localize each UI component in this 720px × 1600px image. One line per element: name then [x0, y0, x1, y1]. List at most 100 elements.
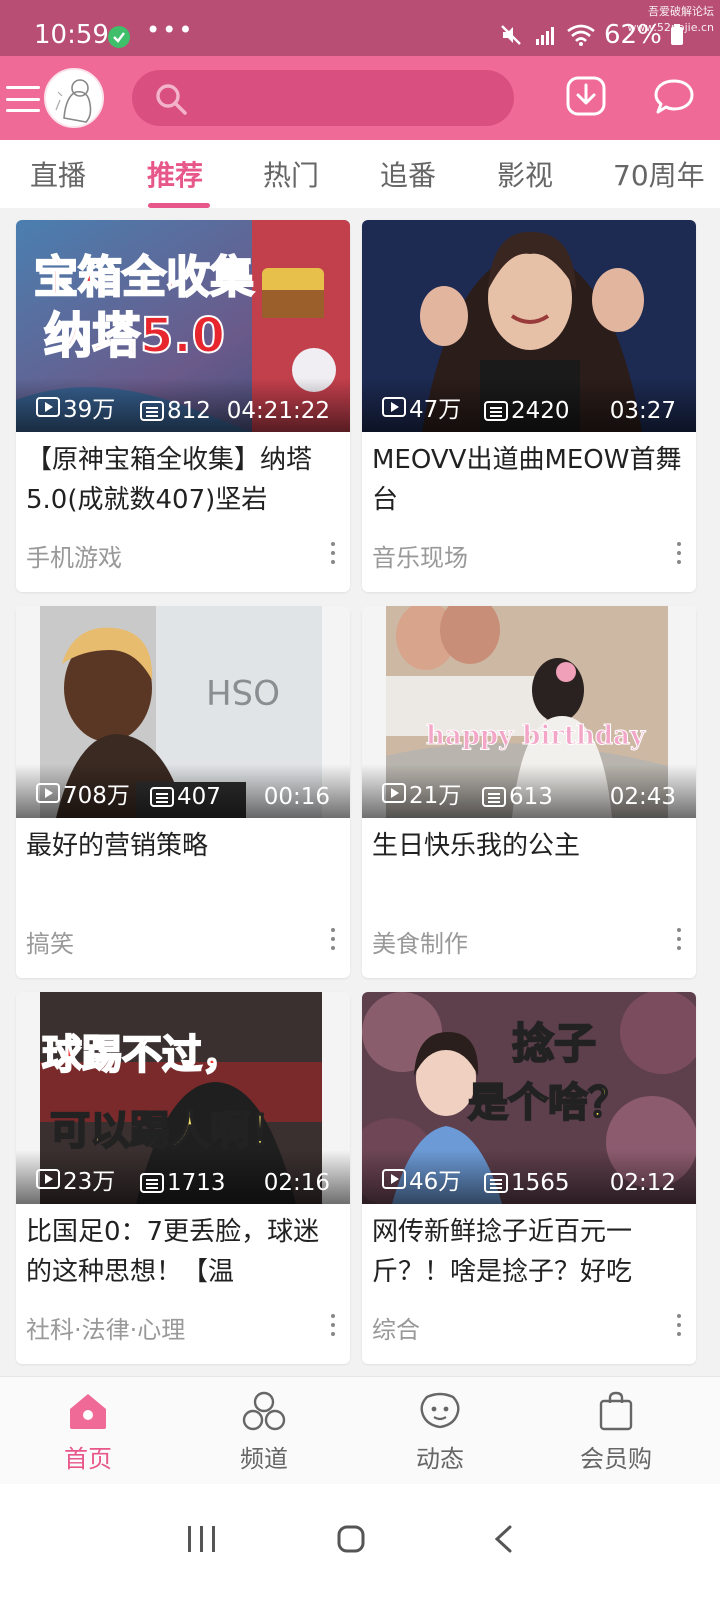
video-card[interactable]: 捻子 是个啥？ 46万 1565 02:12 网传新鲜捻子近百元一斤？！啥是捻子… — [362, 992, 696, 1364]
video-category: 音乐现场 — [372, 544, 468, 572]
watermark: 吾爱破解论坛 www.52pojie.cn — [627, 5, 714, 34]
nav-home[interactable]: 首页 — [28, 1391, 148, 1474]
home-icon — [70, 1394, 106, 1429]
video-category: 综合 — [372, 1316, 420, 1344]
signal-icon — [536, 27, 554, 45]
video-duration: 03:27 — [609, 398, 676, 424]
play-count-icon — [36, 1169, 60, 1189]
bottom-navigation: 首页 频道 动态 会员购 — [0, 1376, 720, 1484]
danmaku-icon — [140, 1173, 164, 1193]
svg-text:OSH: OSH — [206, 671, 280, 711]
video-card[interactable]: happy birthday 21万 613 02:43 生日快乐我的公主 美食… — [362, 606, 696, 978]
channel-icon — [242, 1391, 286, 1431]
search-icon — [154, 82, 188, 120]
video-title[interactable]: MEOVV出道曲MEOW首舞台 — [372, 440, 684, 520]
home-button-icon[interactable] — [336, 1524, 366, 1558]
security-check-icon — [108, 26, 130, 48]
play-count-icon — [36, 783, 60, 803]
video-stats: 708万 407 00:16 — [16, 764, 350, 818]
download-icon[interactable] — [566, 76, 606, 120]
nav-channel[interactable]: 频道 — [204, 1391, 324, 1474]
menu-icon[interactable] — [6, 86, 40, 112]
danmaku-icon — [482, 787, 506, 807]
danmaku-count: 2420 — [484, 398, 570, 424]
shopping-bag-icon — [599, 1391, 633, 1431]
play-count-icon — [382, 783, 406, 803]
back-icon[interactable] — [492, 1524, 514, 1558]
more-options-icon[interactable] — [330, 928, 336, 950]
view-count: 23万 — [36, 1162, 115, 1196]
wifi-icon — [567, 24, 595, 46]
nav-vip-shop[interactable]: 会员购 — [556, 1391, 676, 1474]
video-card[interactable]: 球踢不过， 可以踢人啊！ 23万 1713 02:16 比国足0：7更丢脸，球迷… — [16, 992, 350, 1364]
video-thumbnail[interactable]: 47万 2420 03:27 — [362, 220, 696, 432]
svg-text:捻子: 捻子 — [512, 1019, 596, 1068]
video-category: 美食制作 — [372, 930, 468, 958]
status-more-icon: ••• — [146, 16, 195, 44]
video-category: 搞笑 — [26, 930, 74, 958]
video-card[interactable]: OSH 708万 407 00:16 最好的营销策略 搞笑 — [16, 606, 350, 978]
video-category: 手机游戏 — [26, 544, 122, 572]
thumbnail-caption: happy birthday — [426, 721, 646, 751]
tab-recommend[interactable]: 推荐 — [147, 154, 203, 194]
category-tabs: 直播 推荐 热门 追番 影视 70周年 — [0, 140, 720, 208]
status-time: 10:59 — [34, 20, 109, 50]
video-duration: 02:43 — [609, 784, 676, 810]
recent-apps-icon[interactable] — [186, 1524, 218, 1558]
more-options-icon[interactable] — [330, 542, 336, 564]
tab-movies[interactable]: 影视 — [497, 154, 553, 194]
video-category: 社科·法律·心理 — [26, 1316, 186, 1344]
video-card[interactable]: 宝箱全收集 纳塔5.0 39万 812 04:21:22 【原神宝箱全收集】纳塔… — [16, 220, 350, 592]
avatar[interactable] — [44, 68, 104, 128]
video-stats: 47万 2420 03:27 — [362, 378, 696, 432]
nav-moments[interactable]: 动态 — [380, 1391, 500, 1474]
active-tab-indicator — [148, 203, 210, 208]
video-title[interactable]: 【原神宝箱全收集】纳塔5.0(成就数407)坚岩 — [26, 440, 338, 520]
play-count-icon — [382, 1169, 406, 1189]
play-count-icon — [36, 397, 60, 417]
tab-hot[interactable]: 热门 — [263, 154, 319, 194]
more-options-icon[interactable] — [330, 1314, 336, 1336]
view-count: 21万 — [382, 776, 461, 810]
more-options-icon[interactable] — [676, 928, 682, 950]
danmaku-count: 812 — [140, 398, 211, 424]
tab-anime[interactable]: 追番 — [380, 154, 436, 194]
view-count: 46万 — [382, 1162, 461, 1196]
video-title[interactable]: 最好的营销策略 — [26, 826, 338, 866]
moments-icon — [420, 1392, 460, 1429]
video-stats: 46万 1565 02:12 — [362, 1150, 696, 1204]
video-thumbnail[interactable]: OSH 708万 407 00:16 — [16, 606, 350, 818]
video-stats: 21万 613 02:43 — [362, 764, 696, 818]
more-options-icon[interactable] — [676, 1314, 682, 1336]
tab-70th-anniversary[interactable]: 70周年 — [613, 154, 705, 194]
danmaku-icon — [484, 1173, 508, 1193]
video-thumbnail[interactable]: happy birthday 21万 613 02:43 — [362, 606, 696, 818]
app-screen: 10:59 ••• 62% 吾爱破解论坛 www.52pojie.cn 直播 推… — [0, 0, 720, 1600]
video-title[interactable]: 网传新鲜捻子近百元一斤？！啥是捻子？好吃 — [372, 1212, 684, 1292]
tab-live[interactable]: 直播 — [30, 154, 86, 194]
video-thumbnail[interactable]: 捻子 是个啥？ 46万 1565 02:12 — [362, 992, 696, 1204]
danmaku-icon — [484, 401, 508, 421]
video-thumbnail[interactable]: 宝箱全收集 纳塔5.0 39万 812 04:21:22 — [16, 220, 350, 432]
video-duration: 04:21:22 — [226, 398, 330, 424]
view-count: 708万 — [36, 776, 130, 810]
search-bar[interactable] — [132, 70, 514, 126]
more-options-icon[interactable] — [676, 542, 682, 564]
svg-text:球踢不过，: 球踢不过， — [42, 1032, 242, 1078]
danmaku-icon — [150, 787, 174, 807]
video-duration: 00:16 — [263, 784, 330, 810]
danmaku-count: 407 — [150, 784, 221, 810]
app-bar — [0, 56, 720, 140]
video-duration: 02:16 — [263, 1170, 330, 1196]
view-count: 47万 — [382, 390, 461, 424]
danmaku-count: 1713 — [140, 1170, 226, 1196]
svg-text:是个啥？: 是个啥？ — [468, 1080, 628, 1126]
message-icon[interactable] — [654, 78, 694, 120]
danmaku-icon — [140, 401, 164, 421]
video-card[interactable]: 47万 2420 03:27 MEOVV出道曲MEOW首舞台 音乐现场 — [362, 220, 696, 592]
video-stats: 23万 1713 02:16 — [16, 1150, 350, 1204]
video-thumbnail[interactable]: 球踢不过， 可以踢人啊！ 23万 1713 02:16 — [16, 992, 350, 1204]
play-count-icon — [382, 397, 406, 417]
video-title[interactable]: 生日快乐我的公主 — [372, 826, 684, 866]
video-title[interactable]: 比国足0：7更丢脸，球迷的这种思想！【温 — [26, 1212, 338, 1292]
